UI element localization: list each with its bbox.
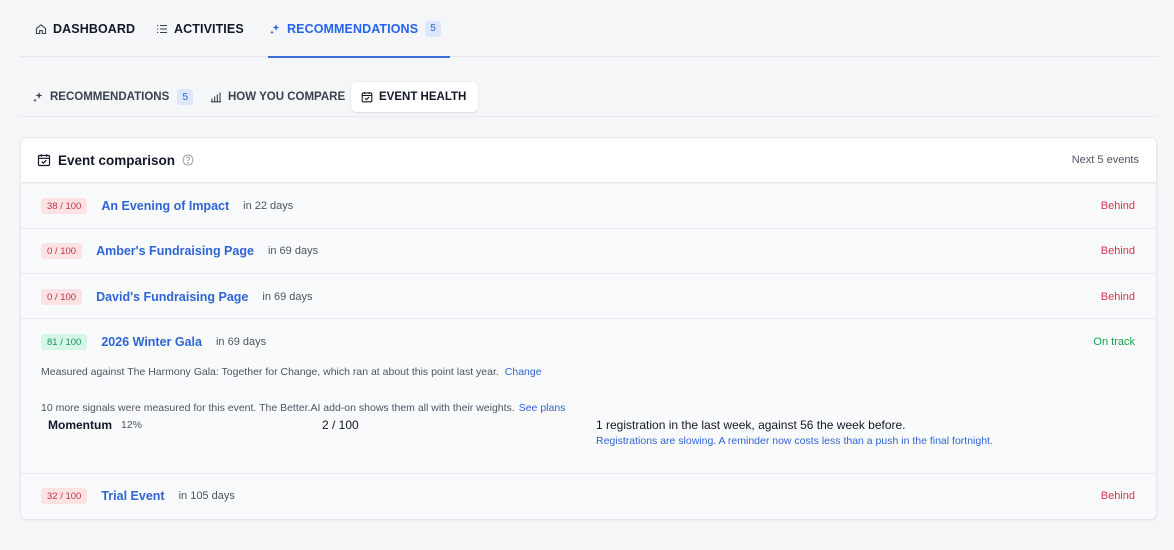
event-list: 38 / 100 An Evening of Impact in 22 days… — [21, 183, 1156, 519]
event-name-link[interactable]: 2026 Winter Gala — [101, 335, 202, 349]
score-badge: 0 / 100 — [41, 243, 83, 259]
tab-recommendations[interactable]: RECOMMENDATIONS 5 — [268, 0, 450, 58]
subtab-event-health[interactable]: EVENT HEALTH — [351, 82, 479, 112]
event-name-link[interactable]: Trial Event — [101, 489, 164, 503]
tab-label: ACTIVITIES — [174, 21, 244, 36]
calendar-check-icon — [37, 154, 51, 167]
card-title: Event comparison — [58, 152, 176, 168]
event-row[interactable]: 32 / 100 Trial Event in 105 days Behind — [21, 474, 1156, 519]
list-icon — [155, 22, 169, 36]
tab-dashboard[interactable]: DASHBOARD — [34, 0, 135, 57]
baseline-description: Measured against The Harmony Gala: Toget… — [41, 366, 499, 378]
metric-score: 2 / 100 — [322, 418, 359, 432]
status-label: Behind — [1100, 245, 1135, 257]
top-navigation: DASHBOARD ACTIVITIES RECOMMENDATIONS 5 — [20, 0, 1158, 58]
tab-activities[interactable]: ACTIVITIES — [155, 0, 244, 57]
event-when: in 105 days — [178, 490, 235, 502]
count-badge: 5 — [425, 20, 442, 37]
score-badge: 81 / 100 — [41, 334, 88, 350]
bar-chart-icon — [211, 92, 221, 103]
event-name-link[interactable]: David's Fundraising Page — [96, 290, 248, 304]
tab-label: RECOMMENDATIONS — [287, 21, 419, 36]
card-title-group: Event comparison — [37, 153, 194, 168]
signals-description: 10 more signals were measured for this e… — [41, 402, 515, 414]
sparkle-icon — [33, 92, 43, 103]
sparkle-icon — [268, 22, 282, 36]
count-badge: 5 — [177, 89, 194, 105]
tab-label: DASHBOARD — [53, 21, 136, 36]
subtab-how-you-compare[interactable]: HOW YOU COMPARE — [210, 82, 345, 112]
metric-name: Momentum — [48, 418, 112, 432]
score-badge: 38 / 100 — [41, 198, 88, 214]
metric-weight: 12% — [121, 419, 143, 431]
status-label: Behind — [1100, 490, 1135, 502]
card-meta: Next 5 events — [1071, 154, 1139, 166]
status-label: Behind — [1100, 200, 1135, 212]
subtab-label: RECOMMENDATIONS — [50, 91, 170, 103]
status-label: Behind — [1100, 291, 1135, 303]
event-row[interactable]: 0 / 100 David's Fundraising Page in 69 d… — [21, 274, 1156, 319]
sub-navigation: RECOMMENDATIONS 5 HOW YOU COMPARE EVENT … — [20, 80, 1158, 117]
subtab-label: EVENT HEALTH — [379, 91, 467, 103]
score-badge: 32 / 100 — [41, 488, 88, 504]
metric-recommendation[interactable]: Registrations are slowing. A reminder no… — [596, 435, 993, 447]
event-name-link[interactable]: An Evening of Impact — [101, 199, 229, 213]
subtab-label: HOW YOU COMPARE — [228, 91, 346, 103]
event-row[interactable]: 0 / 100 Amber's Fundraising Page in 69 d… — [21, 229, 1156, 274]
baseline-text: Measured against The Harmony Gala: Toget… — [41, 366, 542, 378]
subtab-recommendations[interactable]: RECOMMENDATIONS 5 — [32, 82, 194, 112]
see-plans-link[interactable]: See plans — [519, 402, 566, 414]
event-name-link[interactable]: Amber's Fundraising Page — [96, 244, 254, 258]
status-label: On track — [1093, 336, 1135, 348]
event-when: in 69 days — [262, 291, 313, 303]
home-icon — [34, 22, 48, 36]
score-badge: 0 / 100 — [41, 289, 83, 305]
event-when: in 69 days — [267, 245, 319, 257]
help-icon[interactable] — [182, 154, 194, 166]
metric-note: 1 registration in the last week, against… — [596, 418, 906, 432]
event-when: in 69 days — [215, 336, 267, 348]
event-when: in 22 days — [243, 200, 294, 212]
signals-text: 10 more signals were measured for this e… — [41, 402, 565, 414]
calendar-check-icon — [361, 92, 373, 103]
change-link[interactable]: Change — [505, 366, 542, 378]
event-row[interactable]: 38 / 100 An Evening of Impact in 22 days… — [21, 183, 1156, 229]
card-header: Event comparison Next 5 events — [21, 138, 1156, 183]
event-comparison-card: Event comparison Next 5 events 38 / 100 … — [20, 137, 1157, 520]
event-row-expanded[interactable]: 81 / 100 2026 Winter Gala in 69 days On … — [21, 319, 1156, 474]
